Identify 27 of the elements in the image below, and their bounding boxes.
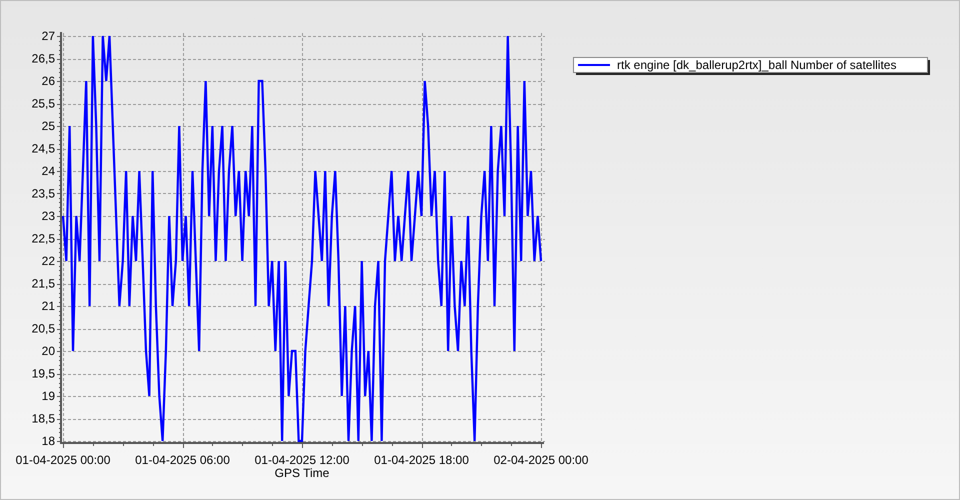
- y-tick-label: 20,5: [32, 322, 55, 336]
- y-tick-label: 21: [42, 299, 55, 313]
- y-tick-label: 25,5: [32, 96, 55, 110]
- y-tick-label: 26: [42, 74, 55, 88]
- x-tick-label: 01-04-2025 06:00: [135, 453, 230, 467]
- y-tick-label: 21,5: [32, 276, 55, 290]
- x-tick-label: 01-04-2025 12:00: [254, 453, 350, 467]
- x-tick-label: 02-04-2025 00:00: [494, 453, 588, 467]
- legend-label: rtk engine [dk_ballerup2rtx]_ball Number of satellites: [617, 58, 896, 72]
- y-tick-label: 22,5: [32, 232, 55, 246]
- y-tick-label: 19: [42, 389, 55, 403]
- y-tick-label: 24,5: [32, 142, 55, 156]
- y-tick-label: 19,5: [32, 366, 55, 380]
- legend-line-icon: [578, 64, 610, 66]
- y-tick-label: 18,5: [32, 412, 55, 426]
- y-tick-label: 27: [42, 29, 55, 43]
- y-tick-label: 24: [42, 164, 55, 178]
- x-tick-label: 01-04-2025 18:00: [374, 453, 469, 467]
- x-axis-title: GPS Time: [274, 466, 330, 480]
- y-tick-label: 26,5: [32, 52, 55, 66]
- x-tick-label: 01-04-2025 00:00: [16, 453, 110, 467]
- y-tick-label: 18: [42, 434, 55, 448]
- y-tick-label: 23,5: [32, 186, 55, 200]
- y-tick-label: 20: [42, 344, 55, 358]
- y-tick-label: 23: [42, 209, 55, 223]
- y-tick-label: 25: [42, 119, 55, 133]
- y-tick-label: 22: [42, 254, 55, 268]
